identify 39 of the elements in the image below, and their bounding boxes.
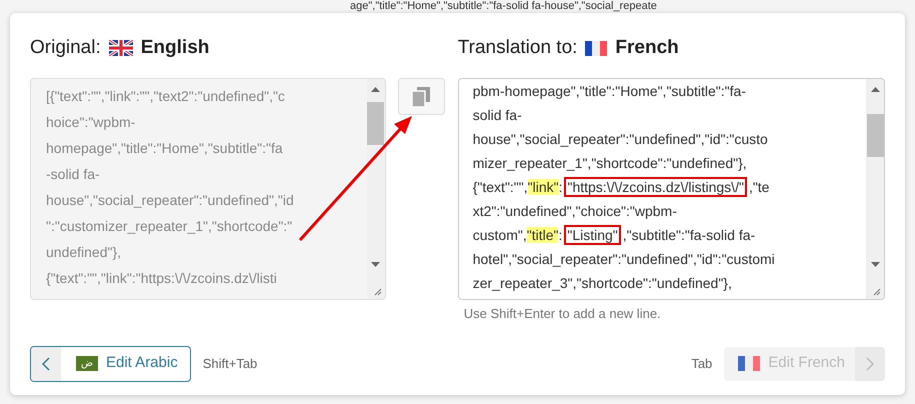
text-line: undefined"}, — [46, 243, 122, 262]
text-line: xt2":"undefined","choice":"wpbm- — [472, 202, 677, 221]
text-line: hoice":"wpbm- — [46, 113, 136, 132]
text-line: {"text":"","link": "https:\/\/zcoins.dz\/listings\/" ,"te — [472, 178, 770, 197]
resize-handle-icon[interactable] — [871, 286, 881, 296]
translation-language: French — [615, 36, 679, 60]
text-line: solid fa- — [472, 106, 522, 125]
original-label: Original: — [30, 36, 101, 60]
uk-flag-icon — [108, 40, 133, 56]
text-line: [{"text":"","link":"","text2":"undefined","c — [46, 87, 285, 106]
french-flag-icon — [585, 40, 608, 56]
translation-text-area[interactable] — [458, 78, 885, 300]
arabic-flag: ض — [76, 356, 98, 371]
text-line: homepage","title":"Home","subtitle":"fa — [46, 139, 283, 158]
translation-label: Translation to: — [458, 36, 578, 60]
shortcut-hint: Tab — [691, 354, 712, 373]
chevron-left-icon — [42, 356, 50, 370]
original-language: English — [140, 36, 210, 60]
text-line: zer_repeater_3","shortcode":"undefined"}, — [472, 274, 732, 293]
copy-button[interactable] — [398, 78, 445, 115]
scrollbar[interactable] — [866, 79, 884, 299]
chevron-right-icon — [866, 356, 874, 370]
scroll-thumb[interactable] — [866, 114, 884, 157]
text-line: house","social_repeater":"undefined","id — [46, 191, 294, 210]
shortcut-hint: Shift+Tab — [202, 354, 258, 373]
scroll-down-icon[interactable] — [870, 262, 880, 267]
text-line: {"text":"","link":"https:\/\/zcoins.dz\/listi — [46, 269, 277, 288]
hint-text: Use Shift+Enter to add a new line. — [464, 305, 662, 323]
text-line: house","social_repeater":"undefined","id":"custo — [472, 130, 768, 149]
text-line: hotel","social_repeater":"undefined","id":"customi — [472, 250, 775, 269]
copy-icon — [412, 86, 430, 106]
text-line: mizer_repeater_1","shortcode":"undefined"}, — [472, 154, 747, 173]
scroll-up-icon[interactable] — [870, 87, 880, 92]
french-flag-icon — [738, 356, 760, 371]
text-line: ":"customizer_repeater_1","shortcode":" — [46, 217, 292, 236]
text-line: custom","title": "Listing" ,"subtitle":"fa-solid fa- — [472, 226, 756, 245]
text-line: -solid fa- — [46, 165, 100, 184]
background-text: age","title":"Home","subtitle":"fa-solid fa-house","social_repeate — [350, 0, 657, 13]
text-line: pbm-homepage","title":"Home","subtitle":"fa- — [472, 82, 746, 101]
